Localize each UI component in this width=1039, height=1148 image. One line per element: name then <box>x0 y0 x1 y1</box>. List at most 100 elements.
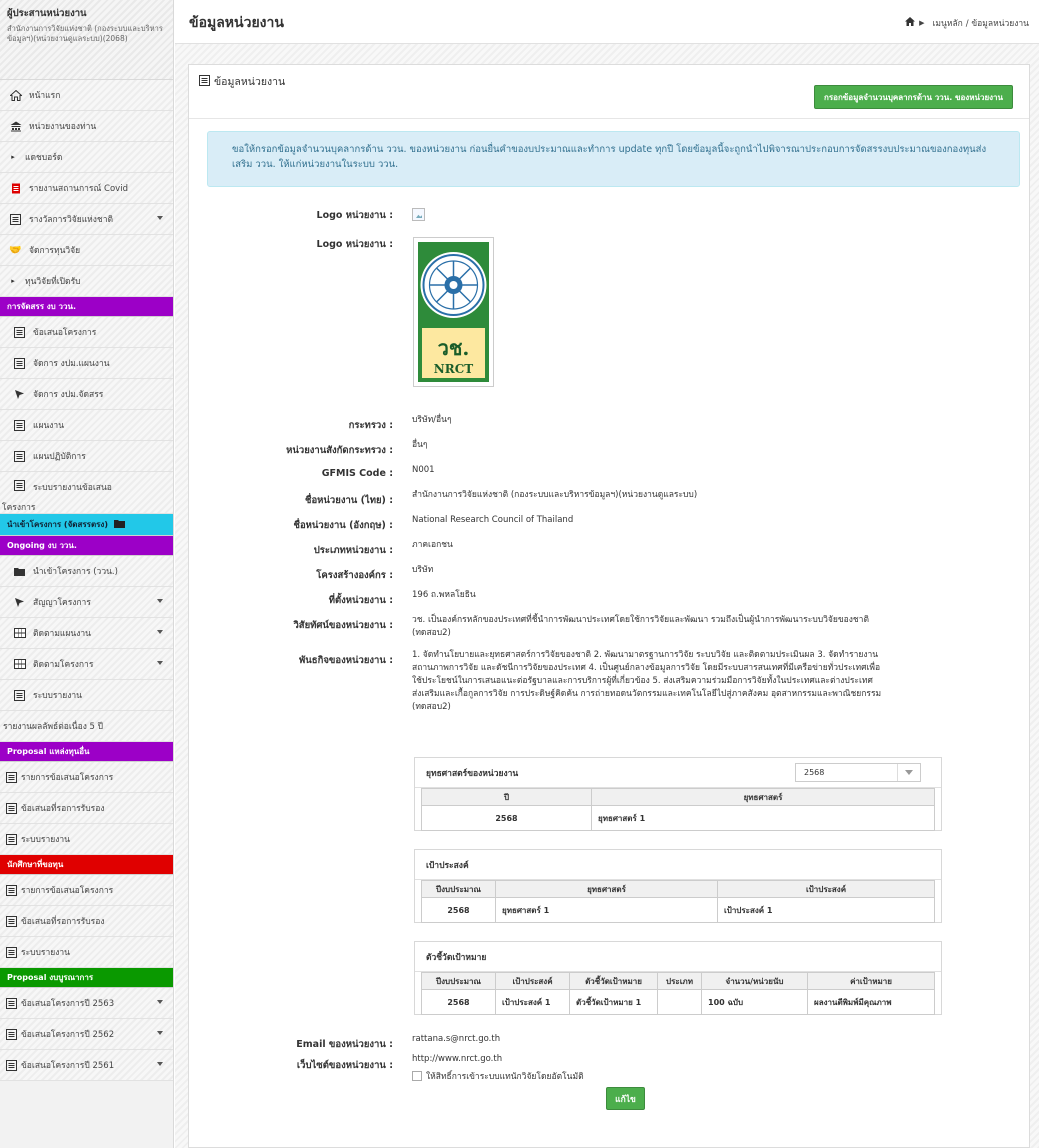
sidebar-item-action-plan[interactable]: แผนปฏิบัติการ <box>0 441 173 472</box>
sidebar-item-award[interactable]: รางวัลการวิจัยแห่งชาติ <box>0 204 173 235</box>
type-label: ประเภทหน่วยงาน : <box>313 545 393 556</box>
info-alert: ขอให้กรอกข้อมูลจำนวนบุคลากรด้าน ววน. ของ… <box>207 131 1020 187</box>
list-box-icon <box>5 1059 18 1071</box>
sidebar-item-contracts[interactable]: สัญญาโครงการ <box>0 587 173 618</box>
sidebar-item-label: ทุนวิจัยที่เปิดรับ <box>25 277 81 287</box>
cell-year: 2568 <box>421 805 592 831</box>
bank-icon <box>9 121 22 132</box>
sidebar-item-proposals[interactable]: ข้อเสนอโครงการ <box>0 317 173 348</box>
sidebar-item-label: ข้อเสนอโครงการ <box>33 328 97 338</box>
strategy-table-box: ยุทธศาสตร์ของหน่วยงาน 2568 ปี ยุทธศาสตร์ … <box>414 757 942 831</box>
list-box-icon <box>5 802 18 814</box>
cell-year: 2568 <box>421 989 496 1015</box>
col-goal: เป้าประสงค์ <box>495 972 570 990</box>
sidebar-item-label: แดชบอร์ด <box>25 153 63 163</box>
panel-title-text: ข้อมูลหน่วยงาน <box>214 76 286 88</box>
checkbox[interactable] <box>412 1071 422 1081</box>
sidebar-item-proposal-2563[interactable]: ข้อเสนอโครงการปี 2563 <box>0 988 173 1019</box>
sidebar-item-covid[interactable]: รายงานสถานการณ์ Covid <box>0 173 173 204</box>
sidebar-item-proposal-report[interactable]: ระบบรายงานข้อเสนอ โครงการ <box>0 472 173 514</box>
sidebar-section-integrated: Proposal งบบูรณาการ <box>0 968 173 988</box>
panel-title: ข้อมูลหน่วยงาน <box>199 73 285 90</box>
list-box-icon <box>13 357 26 369</box>
col-year: ปีงบประมาณ <box>421 972 496 990</box>
auto-access-checkbox[interactable]: ให้สิทธิ์การเข้าระบบแทนักวิจัยโดยอัตโนมั… <box>412 1069 584 1083</box>
list-box-icon <box>5 915 18 927</box>
edit-button[interactable]: แก้ไข <box>606 1087 645 1110</box>
user-panel: ผู้ประสานหน่วยงาน สำนักงานการวิจัยแห่งชา… <box>0 0 173 80</box>
sidebar-item-student-report[interactable]: ระบบรายงาน <box>0 937 173 968</box>
col-target: ค่าเป้าหมาย <box>807 972 935 990</box>
email-value: rattana.s@nrct.go.th <box>412 1034 501 1044</box>
list-box-icon <box>5 1028 18 1040</box>
chevron-down-icon <box>157 630 163 634</box>
goals-table-box: เป้าประสงค์ ปีงบประมาณ ยุทธศาสตร์ เป้าปร… <box>414 849 942 923</box>
strategy-table: ปี ยุทธศาสตร์ 2568 ยุทธศาสตร์ 1 <box>421 788 935 831</box>
col-indicator: ตัวชี้วัดเป้าหมาย <box>569 972 658 990</box>
sidebar-item-label: ติดตามแผนงาน <box>33 629 91 639</box>
sidebar-item-proposal-2562[interactable]: ข้อเสนอโครงการปี 2562 <box>0 1019 173 1050</box>
cell-goal: เป้าประสงค์ 1 <box>495 989 570 1015</box>
sidebar-item-label: จัดการ งปม.แผนงาน <box>33 359 110 369</box>
website-value: http://www.nrct.go.th <box>412 1054 503 1064</box>
sidebar-item-other-report[interactable]: ระบบรายงาน <box>0 824 173 855</box>
divider <box>189 118 1029 119</box>
location-value: 196 ถ.พหลโยธิน <box>412 590 476 600</box>
sidebar-item-label: ข้อเสนอโครงการปี 2561 <box>21 1061 115 1071</box>
chevron-down-icon <box>157 1062 163 1066</box>
cell-strategy: ยุทธศาสตร์ 1 <box>495 897 718 923</box>
sidebar-item-student-pending[interactable]: ข้อเสนอที่รอการรับรอง <box>0 906 173 937</box>
chevron-down-icon <box>157 599 163 603</box>
gfmis-label: GFMIS Code : <box>321 468 393 479</box>
home-icon[interactable] <box>905 17 916 29</box>
app: ผู้ประสานหน่วยงาน สำนักงานการวิจัยแห่งชา… <box>0 0 1039 1148</box>
sidebar-item-plan-budget[interactable]: จัดการ งปม.แผนงาน <box>0 348 173 379</box>
sidebar-section-students: นักศึกษาที่ขอทุน <box>0 855 173 875</box>
sidebar-item-label: ข้อเสนอที่รอการรับรอง <box>21 917 105 927</box>
logo-label-2: Logo หน่วยงาน : <box>316 239 393 250</box>
name-en-label: ชื่อหน่วยงาน (อังกฤษ) : <box>293 520 394 531</box>
gfmis-value: N001 <box>412 465 435 475</box>
sidebar-item-label: จัดการทุนวิจัย <box>29 246 81 256</box>
goals-table: ปีงบประมาณ ยุทธศาสตร์ เป้าประสงค์ 2568 ย… <box>421 880 935 923</box>
sidebar-item-track-plans[interactable]: ติดตามแผนงาน <box>0 618 173 649</box>
year-select[interactable]: 2568 <box>795 763 921 782</box>
sidebar-item-plans[interactable]: แผนงาน <box>0 410 173 441</box>
table-row: 2568 ยุทธศาสตร์ 1 เป้าประสงค์ 1 <box>421 897 935 923</box>
sidebar-item-dashboard[interactable]: ▸ แดชบอร์ด <box>0 142 173 173</box>
sidebar-section-import[interactable]: นำเข้าโครงการ (จัดสรรตรง) <box>0 514 173 536</box>
sidebar-item-open-grants[interactable]: ▸ ทุนวิจัยที่เปิดรับ <box>0 266 173 297</box>
sidebar-item-home[interactable]: หน้าแรก <box>0 80 173 111</box>
sidebar-item-manage-grants[interactable]: 🤝 จัดการทุนวิจัย <box>0 235 173 266</box>
sidebar-item-report-system[interactable]: ระบบรายงาน <box>0 680 173 711</box>
col-type: ประเภท <box>657 972 702 990</box>
chevron-down-icon <box>157 1031 163 1035</box>
sidebar-item-import-projects[interactable]: นำเข้าโครงการ (ววน.) <box>0 556 173 587</box>
sidebar-item-track-projects[interactable]: ติดตามโครงการ <box>0 649 173 680</box>
unit-info-panel: ข้อมูลหน่วยงาน กรอกข้อมูลจำนวนบุคลากรด้า… <box>188 64 1030 1148</box>
sidebar-item-my-unit[interactable]: หน่วยงานของท่าน <box>0 111 173 142</box>
sub-ministry-value: อื่นๆ <box>412 440 428 450</box>
sidebar-section-other-sources: Proposal แหล่งทุนอื่น <box>0 742 173 762</box>
sidebar-item-other-pending[interactable]: ข้อเสนอที่รอการรับรอง <box>0 793 173 824</box>
sidebar-item-label: ระบบรายงาน <box>21 835 70 845</box>
fill-staff-button[interactable]: กรอกข้อมูลจำนวนบุคลากรด้าน ววน. ของหน่วย… <box>814 85 1013 109</box>
col-goal: เป้าประสงค์ <box>717 880 935 898</box>
pointer-icon <box>13 597 26 608</box>
list-box-icon <box>5 771 18 783</box>
sidebar-item-student-proposals[interactable]: รายการข้อเสนอโครงการ <box>0 875 173 906</box>
sidebar-section-ongoing: Ongoing งบ ววน. <box>0 536 173 556</box>
logo-label-1: Logo หน่วยงาน : <box>316 210 393 221</box>
sidebar-item-5yr-report[interactable]: รายงานผลลัพธ์ต่อเนื่อง 5 ปี <box>0 711 173 742</box>
indicators-table-box: ตัวชี้วัดเป้าหมาย ปีงบประมาณ เป้าประสงค์… <box>414 941 942 1015</box>
sidebar-item-alloc-budget[interactable]: จัดการ งปม.จัดสรร <box>0 379 173 410</box>
sidebar-item-proposal-2561[interactable]: ข้อเสนอโครงการปี 2561 <box>0 1050 173 1081</box>
breadcrumb-home[interactable]: เมนูหลัก <box>933 16 963 30</box>
chevron-right-icon: ▶ <box>919 19 925 27</box>
sidebar-item-other-proposals[interactable]: รายการข้อเสนอโครงการ <box>0 762 173 793</box>
table-row: 2568 เป้าประสงค์ 1 ตัวชี้วัดเป้าหมาย 1 1… <box>421 989 935 1015</box>
type-value: ภาคเอกชน <box>412 540 453 550</box>
chevron-down-icon <box>157 661 163 665</box>
handshake-icon: 🤝 <box>9 244 22 256</box>
sidebar-item-label: รายการข้อเสนอโครงการ <box>21 773 114 783</box>
